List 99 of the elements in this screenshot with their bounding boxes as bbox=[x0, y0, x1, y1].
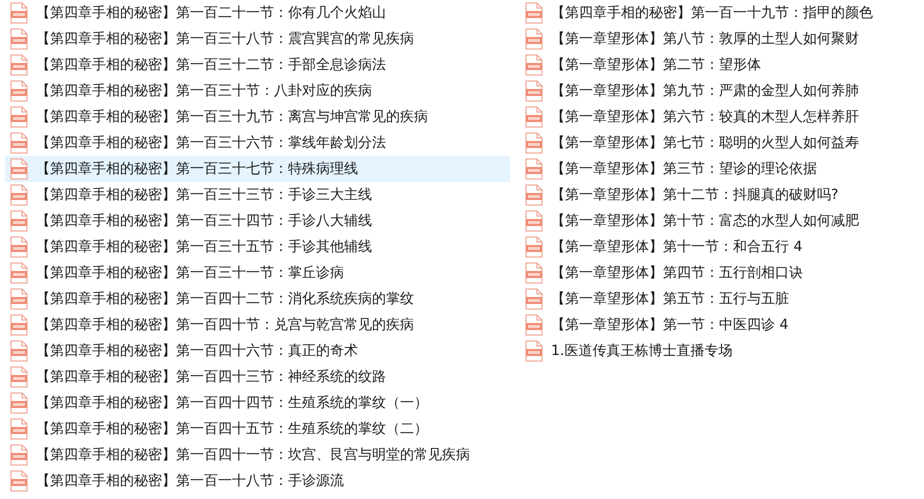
file-item[interactable]: 【第一章望形体】第八节：敦厚的土型人如何聚财 bbox=[520, 26, 924, 52]
video-file-icon bbox=[10, 54, 28, 76]
video-file-icon bbox=[525, 54, 543, 76]
file-name: 【第四章手相的秘密】第一百三十节：八卦对应的疾病 bbox=[36, 82, 372, 101]
file-item[interactable]: 【第四章手相的秘密】第一百三十二节：手部全息诊病法 bbox=[5, 52, 510, 78]
file-item[interactable]: 【第一章望形体】第十一节：和合五行 4 bbox=[520, 234, 924, 260]
video-file-icon bbox=[10, 314, 28, 336]
file-item[interactable]: 【第一章望形体】第七节：聪明的火型人如何益寿 bbox=[520, 130, 924, 156]
file-name: 【第一章望形体】第四节：五行剖相口诀 bbox=[551, 264, 803, 283]
file-name: 【第一章望形体】第十二节：抖腿真的破财吗? bbox=[551, 186, 838, 205]
file-name: 【第四章手相的秘密】第一百三十六节：掌线年龄划分法 bbox=[36, 134, 386, 153]
video-file-icon bbox=[10, 80, 28, 102]
file-item[interactable]: 【第四章手相的秘密】第一百三十三节：手诊三大主线 bbox=[5, 182, 510, 208]
file-name: 【第四章手相的秘密】第一百三十三节：手诊三大主线 bbox=[36, 186, 372, 205]
file-item[interactable]: 【第四章手相的秘密】第一百四十节：兑宫与乾宫常见的疾病 bbox=[5, 312, 510, 338]
file-item[interactable]: 【第四章手相的秘密】第一百四十五节：生殖系统的掌纹（二） bbox=[5, 416, 510, 442]
file-name: 【第四章手相的秘密】第一百四十二节：消化系统疾病的掌纹 bbox=[36, 290, 414, 309]
file-name: 【第四章手相的秘密】第一百三十四节：手诊八大辅线 bbox=[36, 212, 372, 231]
file-name: 【第四章手相的秘密】第一百三十五节：手诊其他辅线 bbox=[36, 238, 372, 257]
file-name: 【第四章手相的秘密】第一百三十七节：特殊病理线 bbox=[36, 160, 358, 179]
file-name: 【第一章望形体】第六节：较真的木型人怎样养肝 bbox=[551, 108, 859, 127]
file-name: 【第一章望形体】第十一节：和合五行 4 bbox=[551, 238, 802, 257]
file-item[interactable]: 【第一章望形体】第六节：较真的木型人怎样养肝 bbox=[520, 104, 924, 130]
video-file-icon bbox=[525, 340, 543, 362]
file-name: 【第四章手相的秘密】第一百四十六节：真正的奇术 bbox=[36, 342, 358, 361]
file-item[interactable]: 【第四章手相的秘密】第一百一十八节：手诊源流 bbox=[5, 468, 510, 494]
video-file-icon bbox=[525, 288, 543, 310]
file-item[interactable]: 【第四章手相的秘密】第一百四十三节：神经系统的纹路 bbox=[5, 364, 510, 390]
file-name: 【第四章手相的秘密】第一百三十九节：离宫与坤宫常见的疾病 bbox=[36, 108, 428, 127]
file-item[interactable]: 【第一章望形体】第一节：中医四诊 4 bbox=[520, 312, 924, 338]
video-file-icon bbox=[10, 158, 28, 180]
file-item[interactable]: 【第四章手相的秘密】第一百三十节：八卦对应的疾病 bbox=[5, 78, 510, 104]
file-item[interactable]: 【第四章手相的秘密】第一百三十七节：特殊病理线 bbox=[5, 156, 510, 182]
file-item[interactable]: 【第一章望形体】第五节：五行与五脏 bbox=[520, 286, 924, 312]
file-name: 【第四章手相的秘密】第一百四十三节：神经系统的纹路 bbox=[36, 368, 386, 387]
file-item[interactable]: 【第四章手相的秘密】第一百四十四节：生殖系统的掌纹（一） bbox=[5, 390, 510, 416]
file-name: 【第四章手相的秘密】第一百四十节：兑宫与乾宫常见的疾病 bbox=[36, 316, 414, 335]
video-file-icon bbox=[525, 80, 543, 102]
video-file-icon bbox=[525, 2, 543, 24]
file-item[interactable]: 【第四章手相的秘密】第一百三十一节：掌丘诊病 bbox=[5, 260, 510, 286]
file-name: 【第一章望形体】第十节：富态的水型人如何减肥 bbox=[551, 212, 859, 231]
video-file-icon bbox=[10, 340, 28, 362]
video-file-icon bbox=[10, 28, 28, 50]
file-name: 【第四章手相的秘密】第一百三十一节：掌丘诊病 bbox=[36, 264, 344, 283]
video-file-icon bbox=[10, 236, 28, 258]
file-item[interactable]: 【第四章手相的秘密】第一百四十二节：消化系统疾病的掌纹 bbox=[5, 286, 510, 312]
file-item[interactable]: 【第四章手相的秘密】第一百一十九节：指甲的颜色 bbox=[520, 0, 924, 26]
video-file-icon bbox=[10, 418, 28, 440]
file-name: 【第四章手相的秘密】第一百四十四节：生殖系统的掌纹（一） bbox=[36, 394, 428, 413]
video-file-icon bbox=[525, 158, 543, 180]
file-item[interactable]: 【第一章望形体】第三节：望诊的理论依据 bbox=[520, 156, 924, 182]
file-item[interactable]: 1.医道传真王栋博士直播专场 bbox=[520, 338, 924, 364]
file-item[interactable]: 【第四章手相的秘密】第一百三十九节：离宫与坤宫常见的疾病 bbox=[5, 104, 510, 130]
file-item[interactable]: 【第一章望形体】第十二节：抖腿真的破财吗? bbox=[520, 182, 924, 208]
file-item[interactable]: 【第四章手相的秘密】第一百四十六节：真正的奇术 bbox=[5, 338, 510, 364]
video-file-icon bbox=[525, 314, 543, 336]
file-name: 【第一章望形体】第九节：严肃的金型人如何养肺 bbox=[551, 82, 859, 101]
video-file-icon bbox=[525, 132, 543, 154]
video-file-icon bbox=[10, 132, 28, 154]
file-item[interactable]: 【第四章手相的秘密】第一百三十五节：手诊其他辅线 bbox=[5, 234, 510, 260]
file-name: 【第四章手相的秘密】第一百四十一节：坎宫、艮宫与明堂的常见疾病 bbox=[36, 446, 470, 465]
file-item[interactable]: 【第四章手相的秘密】第一百二十一节：你有几个火焰山 bbox=[5, 0, 510, 26]
file-name: 【第四章手相的秘密】第一百三十八节：震宫巽宫的常见疾病 bbox=[36, 30, 414, 49]
file-name: 【第四章手相的秘密】第一百二十一节：你有几个火焰山 bbox=[36, 4, 386, 23]
video-file-icon bbox=[10, 366, 28, 388]
file-name: 【第一章望形体】第七节：聪明的火型人如何益寿 bbox=[551, 134, 859, 153]
video-file-icon bbox=[525, 28, 543, 50]
video-file-icon bbox=[10, 184, 28, 206]
file-item[interactable]: 【第一章望形体】第十节：富态的水型人如何减肥 bbox=[520, 208, 924, 234]
file-name: 【第一章望形体】第三节：望诊的理论依据 bbox=[551, 160, 817, 179]
file-name: 【第一章望形体】第二节：望形体 bbox=[551, 56, 761, 75]
video-file-icon bbox=[525, 262, 543, 284]
file-name: 【第四章手相的秘密】第一百一十八节：手诊源流 bbox=[36, 472, 344, 491]
video-file-icon bbox=[10, 262, 28, 284]
file-name: 1.医道传真王栋博士直播专场 bbox=[551, 342, 732, 361]
file-name: 【第一章望形体】第八节：敦厚的土型人如何聚财 bbox=[551, 30, 859, 49]
file-name: 【第一章望形体】第五节：五行与五脏 bbox=[551, 290, 789, 309]
file-name: 【第一章望形体】第一节：中医四诊 4 bbox=[551, 316, 788, 335]
file-item[interactable]: 【第四章手相的秘密】第一百三十四节：手诊八大辅线 bbox=[5, 208, 510, 234]
file-item[interactable]: 【第四章手相的秘密】第一百四十一节：坎宫、艮宫与明堂的常见疾病 bbox=[5, 442, 510, 468]
video-file-icon bbox=[525, 210, 543, 232]
video-file-icon bbox=[10, 444, 28, 466]
video-file-icon bbox=[525, 184, 543, 206]
file-name: 【第四章手相的秘密】第一百四十五节：生殖系统的掌纹（二） bbox=[36, 420, 428, 439]
video-file-icon bbox=[10, 106, 28, 128]
file-name: 【第四章手相的秘密】第一百一十九节：指甲的颜色 bbox=[551, 4, 873, 23]
video-file-icon bbox=[10, 288, 28, 310]
file-item[interactable]: 【第四章手相的秘密】第一百三十八节：震宫巽宫的常见疾病 bbox=[5, 26, 510, 52]
file-item[interactable]: 【第一章望形体】第二节：望形体 bbox=[520, 52, 924, 78]
video-file-icon bbox=[10, 392, 28, 414]
file-item[interactable]: 【第一章望形体】第九节：严肃的金型人如何养肺 bbox=[520, 78, 924, 104]
file-item[interactable]: 【第四章手相的秘密】第一百三十六节：掌线年龄划分法 bbox=[5, 130, 510, 156]
video-file-icon bbox=[525, 236, 543, 258]
video-file-icon bbox=[10, 210, 28, 232]
file-item[interactable]: 【第一章望形体】第四节：五行剖相口诀 bbox=[520, 260, 924, 286]
video-file-icon bbox=[525, 106, 543, 128]
file-name: 【第四章手相的秘密】第一百三十二节：手部全息诊病法 bbox=[36, 56, 386, 75]
video-file-icon bbox=[10, 2, 28, 24]
video-file-icon bbox=[10, 470, 28, 492]
